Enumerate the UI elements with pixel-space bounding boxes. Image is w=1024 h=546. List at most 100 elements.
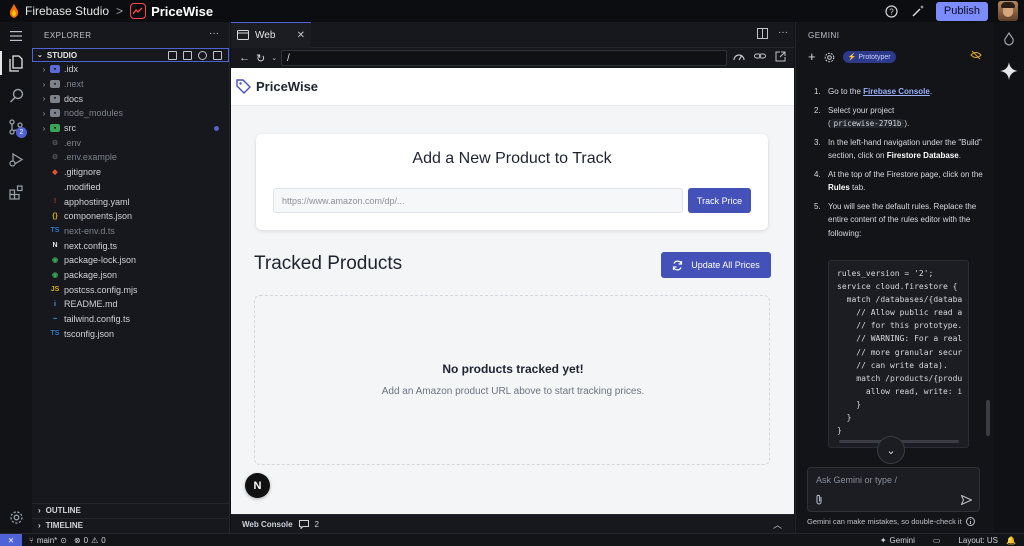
project-name[interactable]: PriceWise (151, 4, 213, 19)
chevron-up-icon[interactable]: ︿ (773, 518, 782, 531)
attach-icon[interactable] (815, 494, 823, 505)
chat-scrollbar[interactable] (986, 400, 990, 436)
explorer-icon[interactable] (6, 53, 26, 73)
file-item[interactable]: {} components.json (32, 209, 229, 224)
problems-indicator[interactable]: ⊗ 0 ⚠ 0 (74, 536, 106, 545)
scroll-to-bottom-button[interactable]: ⌄ (877, 436, 905, 464)
step-5: 5. You will see the default rules. Repla… (814, 201, 977, 238)
magic-wand-icon[interactable] (910, 3, 926, 19)
file-item[interactable]: ! apphosting.yaml (32, 194, 229, 209)
collapse-all-icon[interactable] (213, 50, 222, 60)
user-avatar[interactable] (998, 1, 1018, 21)
gauge-icon[interactable] (733, 51, 745, 61)
help-icon[interactable]: ? (884, 3, 900, 19)
remote-indicator-icon[interactable]: ⨯ (0, 533, 22, 546)
chevron-down-icon[interactable]: ⌄ (271, 54, 277, 62)
file-item[interactable]: Nnext.config.ts (32, 238, 229, 253)
firebase-outline-icon[interactable] (1002, 32, 1016, 46)
file-item[interactable]: i README.md (32, 297, 229, 312)
timeline-section[interactable]: › TIMELINE (32, 518, 230, 532)
send-icon[interactable] (961, 495, 972, 505)
top-bar: Firebase Studio > PriceWise ? Publish (0, 0, 1024, 22)
refresh-icon[interactable] (198, 50, 207, 60)
firebase-console-link[interactable]: Firebase Console (863, 87, 930, 96)
file-item[interactable]: ◉ package-lock.json (32, 253, 229, 268)
explorer-root-folder[interactable]: ⌄ STUDIO (32, 48, 229, 62)
file-item[interactable]: TS tsconfig.json (32, 326, 229, 341)
close-icon[interactable]: ✕ (297, 30, 305, 41)
error-icon: ⊗ (73, 535, 81, 545)
notifications-bell-icon[interactable]: 🔔 (1006, 534, 1016, 546)
file-item[interactable]: ~ tailwind.config.ts (32, 312, 229, 327)
gemini-status[interactable]: ✦ Gemini (880, 536, 915, 545)
keyboard-layout[interactable]: Layout: US (958, 536, 998, 545)
back-arrow-icon[interactable]: ← (239, 52, 250, 64)
settings-gear-icon[interactable] (824, 52, 835, 63)
extensions-icon[interactable] (6, 182, 26, 202)
nextjs-dev-badge[interactable]: N (245, 473, 270, 498)
chevron-down-icon: ⌄ (37, 52, 43, 59)
url-input[interactable] (281, 50, 727, 66)
prompt-placeholder: Ask Gemini or type / (816, 475, 898, 485)
file-item[interactable]: .modified (32, 180, 229, 195)
new-chat-icon[interactable]: + (808, 50, 816, 63)
search-icon[interactable] (6, 85, 26, 105)
gemini-sparkle-icon[interactable] (1000, 62, 1018, 80)
file-item[interactable]: ⚙ .env.example (32, 150, 229, 165)
new-folder-icon[interactable] (183, 50, 192, 60)
update-all-prices-button[interactable]: Update All Prices (661, 252, 771, 278)
gemini-prompt-input[interactable]: Ask Gemini or type / (807, 467, 980, 512)
file-type-icon: ! (53, 198, 57, 206)
file-item[interactable]: ◆ .gitignore (32, 165, 229, 180)
file-item[interactable]: ⚙ .env (32, 135, 229, 150)
folder-item[interactable]: › ▪ src (32, 121, 229, 136)
run-debug-icon[interactable] (6, 149, 26, 169)
product-url-input[interactable]: https://www.amazon.com/dp/... (273, 188, 683, 213)
folder-item[interactable]: › ▪ .idx (32, 62, 229, 77)
firestore-rules-code-block[interactable]: rules_version = '2'; service cloud.fires… (828, 260, 969, 448)
branch-label: main* (36, 535, 58, 545)
app-header: PriceWise (231, 68, 794, 106)
more-actions-icon[interactable]: ··· (778, 28, 788, 39)
gemini-status-label: Gemini (889, 536, 915, 545)
folder-item[interactable]: › ▪ node_modules (32, 106, 229, 121)
web-console-bar[interactable]: Web Console 2 ︿ (231, 514, 794, 533)
settings-gear-icon[interactable] (6, 507, 26, 527)
tab-web[interactable]: Web ✕ (231, 21, 311, 48)
source-control-icon[interactable]: 2 (6, 117, 27, 138)
tree-item-label: node_modules (64, 108, 124, 119)
firebase-studio-brand[interactable]: Firebase Studio (8, 4, 109, 18)
open-external-icon[interactable] (775, 51, 786, 62)
git-branch[interactable]: ⑂ main* ⊙ (29, 536, 67, 545)
new-file-icon[interactable] (168, 50, 177, 60)
tree-item-label: next-env.d.ts (64, 225, 115, 236)
app-brand[interactable]: PriceWise (256, 79, 318, 94)
info-icon[interactable] (965, 517, 975, 526)
split-editor-icon[interactable] (757, 28, 768, 39)
step-4: 4. At the top of the Firestore page, cli… (814, 169, 983, 193)
comment-icon (298, 519, 309, 529)
folder-item[interactable]: › ▪ .next (32, 77, 229, 92)
folder-item[interactable]: › ▪ docs (32, 91, 229, 106)
eye-off-icon[interactable] (970, 50, 982, 60)
tree-item-label: apphosting.yaml (64, 196, 130, 207)
file-item[interactable]: TS next-env.d.ts (32, 224, 229, 239)
track-price-button[interactable]: Track Price (688, 188, 751, 213)
warning-count: 0 (101, 535, 106, 545)
web-console-label: Web Console (242, 519, 293, 529)
menu-icon[interactable] (6, 26, 26, 46)
folder-icon: ▪ (50, 109, 60, 118)
layout-icon[interactable]: ▭ (933, 536, 941, 545)
file-item[interactable]: JS postcss.config.mjs (32, 282, 229, 297)
activity-bar: 2 (0, 22, 32, 533)
publish-button[interactable]: Publish (935, 1, 988, 21)
folder-icon: ▪ (50, 94, 60, 103)
step-2: 2. Select your project(pricewise-2791b). (814, 105, 910, 128)
reload-icon[interactable]: ↻ (256, 52, 265, 65)
link-icon[interactable] (754, 51, 766, 61)
outline-section[interactable]: › OUTLINE (32, 503, 230, 517)
explorer-more-icon[interactable]: ··· (209, 28, 219, 39)
prototyper-mode-pill[interactable]: ⚡ Prototyper (842, 51, 896, 63)
file-item[interactable]: ◉ package.json (32, 268, 229, 283)
file-type-icon: ◉ (51, 257, 59, 265)
